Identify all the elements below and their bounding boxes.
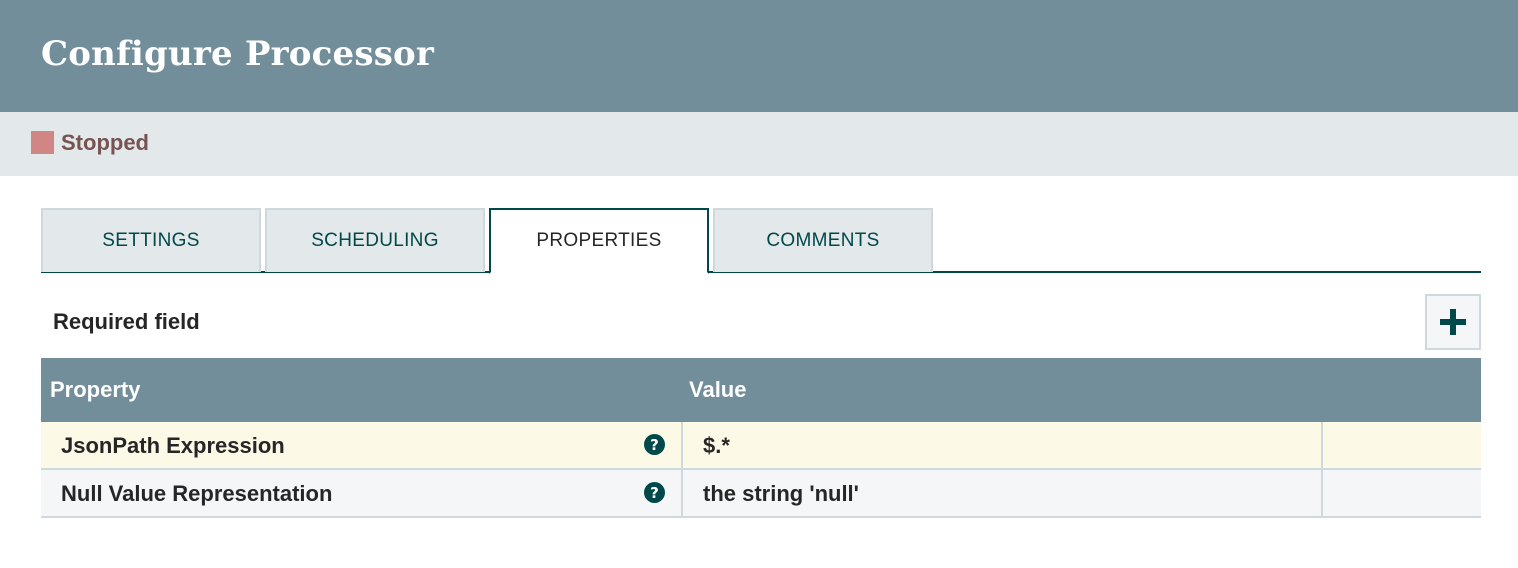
- tab-comments[interactable]: COMMENTS: [713, 208, 933, 272]
- status-label: Stopped: [61, 130, 149, 155]
- status-bar: [0, 112, 1518, 176]
- required-field-label: Required field: [53, 309, 200, 334]
- help-icon[interactable]: ?: [644, 482, 665, 503]
- stopped-status-icon: [31, 131, 54, 154]
- tab-settings[interactable]: SETTINGS: [41, 208, 261, 272]
- property-name: Null Value Representation: [61, 481, 333, 506]
- column-header-value[interactable]: Value: [689, 377, 746, 403]
- tab-bar: SETTINGS SCHEDULING PROPERTIES COMMENTS: [41, 208, 1481, 274]
- table-header: Property Value: [41, 358, 1481, 422]
- property-name: JsonPath Expression: [61, 433, 285, 458]
- column-header-property[interactable]: Property: [50, 377, 140, 403]
- column-divider: [681, 422, 683, 468]
- properties-table: Property Value JsonPath Expression ? $.*…: [41, 358, 1481, 518]
- property-value[interactable]: the string 'null': [703, 481, 859, 507]
- table-row[interactable]: Null Value Representation ? the string '…: [41, 470, 1481, 518]
- plus-icon: [1440, 309, 1466, 335]
- tab-scheduling[interactable]: SCHEDULING: [265, 208, 485, 272]
- row-actions-cell: [1323, 422, 1481, 468]
- table-row[interactable]: JsonPath Expression ? $.*: [41, 422, 1481, 470]
- dialog-title: Configure Processor: [41, 34, 435, 74]
- row-actions-cell: [1323, 470, 1481, 516]
- column-divider: [681, 470, 683, 516]
- dialog-header: Configure Processor: [0, 0, 1518, 112]
- tab-properties[interactable]: PROPERTIES: [489, 208, 709, 274]
- property-value[interactable]: $.*: [703, 433, 730, 459]
- help-icon[interactable]: ?: [644, 434, 665, 455]
- add-property-button[interactable]: [1425, 294, 1481, 350]
